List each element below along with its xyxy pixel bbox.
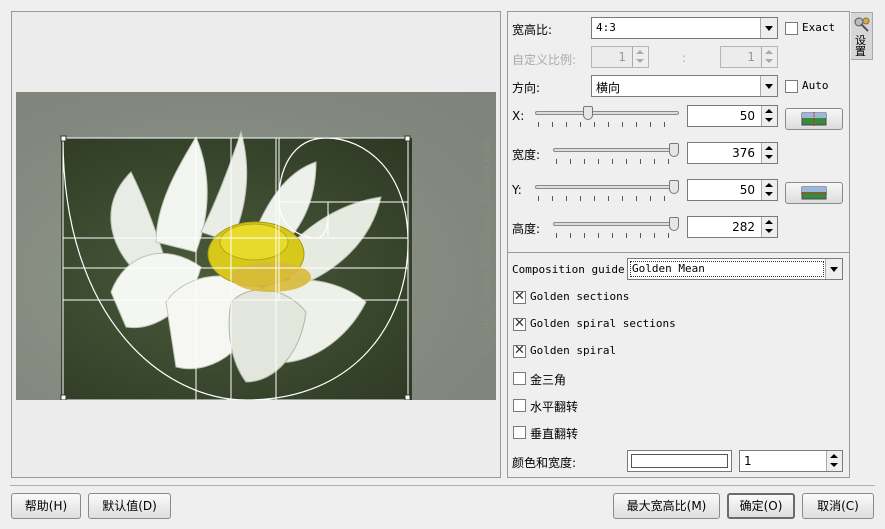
max-aspect-ratio-button[interactable]: 最大宽高比(M)	[613, 493, 720, 519]
center-horizontal-icon	[801, 112, 827, 126]
composition-guide-value: Golden Mean	[632, 262, 705, 275]
chevron-down-icon	[760, 76, 777, 96]
side-tab-label: 设置	[855, 34, 866, 58]
center-vertical-icon	[801, 186, 827, 200]
x-slider-knob[interactable]	[583, 106, 594, 120]
golden-triangle-label: 金三角	[530, 373, 567, 387]
composition-guide-combo[interactable]: Golden Mean	[627, 258, 843, 280]
custom-ratio-label: 自定义比例:	[512, 53, 577, 67]
chevron-down-icon	[760, 18, 777, 38]
help-button[interactable]: 帮助(H)	[11, 493, 81, 519]
center-vertical-button[interactable]	[785, 182, 843, 204]
aspect-ratio-value: 4:3	[596, 21, 616, 34]
width-label: 宽度:	[512, 148, 541, 162]
auto-label: Auto	[802, 79, 829, 92]
custom-ratio-2-spin[interactable]: 1	[720, 46, 778, 68]
button-bar-separator	[10, 485, 875, 486]
exact-label: Exact	[802, 21, 836, 34]
section-divider	[508, 252, 849, 253]
width-slider-knob[interactable]	[669, 143, 679, 157]
orientation-label: 方向:	[512, 81, 541, 95]
orientation-value: 横向	[596, 81, 621, 95]
custom-ratio-1-spin[interactable]: 1	[591, 46, 649, 68]
height-value: 282	[732, 220, 755, 234]
center-horizontal-button[interactable]	[785, 108, 843, 130]
defaults-button[interactable]: 默认值(D)	[88, 493, 171, 519]
height-spin[interactable]: 282	[687, 216, 778, 238]
aspect-ratio-label: 宽高比:	[512, 23, 553, 37]
ratio-separator: :	[682, 51, 687, 65]
ok-button[interactable]: 确定(O)	[727, 493, 795, 519]
settings-wrench-icon	[854, 17, 870, 32]
guide-color-swatch	[631, 454, 728, 468]
golden-sections-checkbox[interactable]	[513, 289, 526, 304]
exact-checkbox[interactable]	[785, 22, 798, 35]
guide-color-button[interactable]	[627, 450, 732, 472]
x-spin[interactable]: 50	[687, 105, 778, 127]
width-spin[interactable]: 376	[687, 142, 778, 164]
golden-spiral-sections-label: Golden spiral sections	[530, 317, 676, 330]
guide-width-value: 1	[744, 454, 752, 468]
composition-guide-label: Composition guide:	[512, 263, 632, 276]
height-slider-knob[interactable]	[669, 217, 679, 231]
guide-width-spin[interactable]: 1	[739, 450, 843, 472]
golden-triangle-checkbox[interactable]	[513, 372, 526, 385]
height-slider[interactable]	[553, 222, 679, 226]
y-slider[interactable]	[535, 185, 679, 189]
y-slider-knob[interactable]	[669, 180, 679, 194]
chevron-down-icon	[825, 259, 842, 279]
aspect-ratio-combo[interactable]: 4:3	[591, 17, 778, 39]
y-slider-ticks	[538, 196, 678, 201]
auto-checkbox[interactable]	[785, 80, 798, 93]
side-tab-settings[interactable]: 设置	[851, 12, 873, 60]
x-slider[interactable]	[535, 111, 679, 115]
flip-vertical-checkbox[interactable]	[513, 426, 526, 439]
y-spin[interactable]: 50	[687, 179, 778, 201]
cancel-button[interactable]: 取消(C)	[802, 493, 874, 519]
golden-sections-label: Golden sections	[530, 290, 630, 303]
custom-ratio-2-value: 1	[747, 50, 755, 64]
height-slider-ticks	[556, 233, 678, 238]
height-label: 高度:	[512, 222, 541, 236]
orientation-combo[interactable]: 横向	[591, 75, 778, 97]
custom-ratio-1-value: 1	[618, 50, 626, 64]
width-slider[interactable]	[553, 148, 679, 152]
golden-spiral-sections-checkbox[interactable]	[513, 316, 526, 331]
composition-guide-overlay	[60, 135, 411, 400]
x-value: 50	[739, 109, 755, 123]
flip-horizontal-label: 水平翻转	[530, 400, 579, 414]
color-width-label: 颜色和宽度:	[512, 456, 577, 470]
flip-vertical-label: 垂直翻转	[530, 427, 579, 441]
photo-preview[interactable]: (c) 2005 Heiko Burkhardt, Liliano.com	[16, 92, 496, 400]
golden-spiral-checkbox[interactable]	[513, 343, 526, 358]
copyright-watermark: (c) 2005 Heiko Burkhardt, Liliano.com	[480, 138, 494, 354]
width-slider-ticks	[556, 159, 678, 164]
x-label: X:	[512, 109, 525, 123]
golden-spiral-label: Golden spiral	[530, 344, 617, 357]
y-value: 50	[739, 183, 755, 197]
flip-horizontal-checkbox[interactable]	[513, 399, 526, 412]
y-label: Y:	[512, 183, 522, 197]
width-value: 376	[732, 146, 755, 160]
x-slider-ticks	[538, 122, 678, 127]
